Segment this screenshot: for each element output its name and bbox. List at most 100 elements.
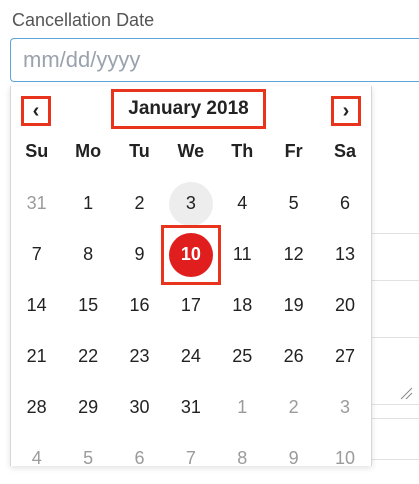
day-number: 21 (26, 346, 47, 366)
day-number: 19 (283, 295, 304, 315)
day-number: 4 (237, 193, 248, 213)
weekday-label: We (177, 141, 205, 161)
day-cell[interactable]: 4 (11, 433, 62, 484)
day-cell[interactable]: 3 (319, 382, 370, 433)
day-cell[interactable]: 7 (165, 433, 216, 484)
day-number: 7 (185, 448, 196, 468)
day-cell[interactable]: 2 (268, 382, 319, 433)
month-year-switch[interactable]: January 2018 (111, 89, 266, 129)
day-cell[interactable]: 4 (217, 178, 268, 229)
day-number: 15 (78, 295, 99, 315)
day-number: 18 (232, 295, 253, 315)
prev-month-button[interactable]: ‹ (21, 96, 51, 126)
day-cell[interactable]: 30 (114, 382, 165, 433)
chevron-left-icon: ‹ (32, 99, 40, 122)
day-cell[interactable]: 31 (11, 178, 62, 229)
day-cell[interactable]: 8 (217, 433, 268, 484)
day-number: 27 (335, 346, 356, 366)
day-number: 7 (31, 244, 42, 264)
day-number: 5 (288, 193, 299, 213)
datepicker-popup: ‹ January 2018 › Su Mo Tu We Th Fr Sa 31… (10, 86, 372, 468)
day-cell[interactable]: 15 (62, 280, 113, 331)
day-cell[interactable]: 16 (114, 280, 165, 331)
day-number: 31 (180, 397, 201, 417)
day-number: 6 (340, 193, 351, 213)
cancellation-date-label: Cancellation Date (12, 10, 155, 30)
day-cell[interactable]: 14 (11, 280, 62, 331)
day-number: 31 (26, 193, 47, 213)
next-month-button[interactable]: › (331, 96, 361, 126)
week-row: 7 8 9 10 11 12 13 (11, 225, 371, 285)
day-number: 10 (335, 448, 356, 468)
day-number: 1 (237, 397, 248, 417)
day-cell[interactable]: 19 (268, 280, 319, 331)
day-cell[interactable]: 5 (268, 178, 319, 229)
day-grid: 31 1 2 3 4 5 6 7 8 9 10 11 12 13 14 15 16 17 18 19 20 21 22 23 2… (11, 178, 371, 484)
day-cell[interactable]: 11 (217, 229, 268, 280)
day-cell[interactable]: 22 (62, 331, 113, 382)
day-cell[interactable]: 1 (217, 382, 268, 433)
day-cell[interactable]: 5 (62, 433, 113, 484)
day-cell[interactable]: 10 (319, 433, 370, 484)
day-number: 20 (335, 295, 356, 315)
weekday-label: Su (25, 141, 49, 161)
day-cell[interactable]: 13 (319, 229, 370, 280)
day-cell[interactable]: 27 (319, 331, 370, 382)
weekday-label: Th (231, 141, 254, 161)
day-cell[interactable]: 2 (114, 178, 165, 229)
resize-grip-icon[interactable] (399, 386, 413, 400)
day-cell-selected[interactable]: 10 (161, 225, 222, 285)
background-divider (370, 233, 419, 234)
day-cell[interactable]: 9 (268, 433, 319, 484)
day-number: 12 (283, 244, 304, 264)
day-cell[interactable]: 26 (268, 331, 319, 382)
day-number: 10 (180, 244, 201, 264)
day-number: 30 (129, 397, 150, 417)
background-field (370, 418, 419, 460)
day-number: 22 (78, 346, 99, 366)
day-cell[interactable]: 31 (165, 382, 216, 433)
day-cell[interactable]: 8 (62, 229, 113, 280)
day-cell[interactable]: 9 (114, 229, 165, 280)
cancellation-date-input[interactable] (10, 38, 419, 82)
week-row: 21 22 23 24 25 26 27 (11, 331, 371, 382)
day-cell[interactable]: 12 (268, 229, 319, 280)
day-number: 8 (83, 244, 94, 264)
day-number: 4 (31, 448, 42, 468)
day-cell[interactable]: 1 (62, 178, 113, 229)
day-number: 9 (134, 244, 145, 264)
day-number: 3 (340, 397, 351, 417)
day-number: 16 (129, 295, 150, 315)
day-cell[interactable]: 17 (165, 280, 216, 331)
day-number: 2 (134, 193, 145, 213)
weekday-header: Su Mo Tu We Th Fr Sa (11, 141, 371, 171)
day-cell[interactable]: 20 (319, 280, 370, 331)
weekday-label: Sa (334, 141, 357, 161)
week-row: 31 1 2 3 4 5 6 (11, 178, 371, 229)
chevron-right-icon: › (342, 99, 350, 122)
week-row: 14 15 16 17 18 19 20 (11, 280, 371, 331)
day-cell[interactable]: 6 (319, 178, 370, 229)
day-cell[interactable]: 24 (165, 331, 216, 382)
day-number: 25 (232, 346, 253, 366)
day-number: 1 (83, 193, 94, 213)
day-cell[interactable]: 29 (62, 382, 113, 433)
weekday-label: Fr (284, 141, 303, 161)
day-cell[interactable]: 7 (11, 229, 62, 280)
day-number: 24 (180, 346, 201, 366)
day-cell[interactable]: 6 (114, 433, 165, 484)
day-number: 3 (185, 193, 196, 213)
day-number: 17 (180, 295, 201, 315)
background-divider (370, 280, 419, 281)
day-cell[interactable]: 18 (217, 280, 268, 331)
day-number: 28 (26, 397, 47, 417)
day-cell[interactable]: 21 (11, 331, 62, 382)
day-number: 23 (129, 346, 150, 366)
day-cell[interactable]: 28 (11, 382, 62, 433)
weekday-label: Tu (129, 141, 150, 161)
day-cell-today[interactable]: 3 (165, 178, 216, 229)
day-cell[interactable]: 23 (114, 331, 165, 382)
day-number: 8 (237, 448, 248, 468)
day-number: 11 (232, 244, 252, 264)
day-cell[interactable]: 25 (217, 331, 268, 382)
